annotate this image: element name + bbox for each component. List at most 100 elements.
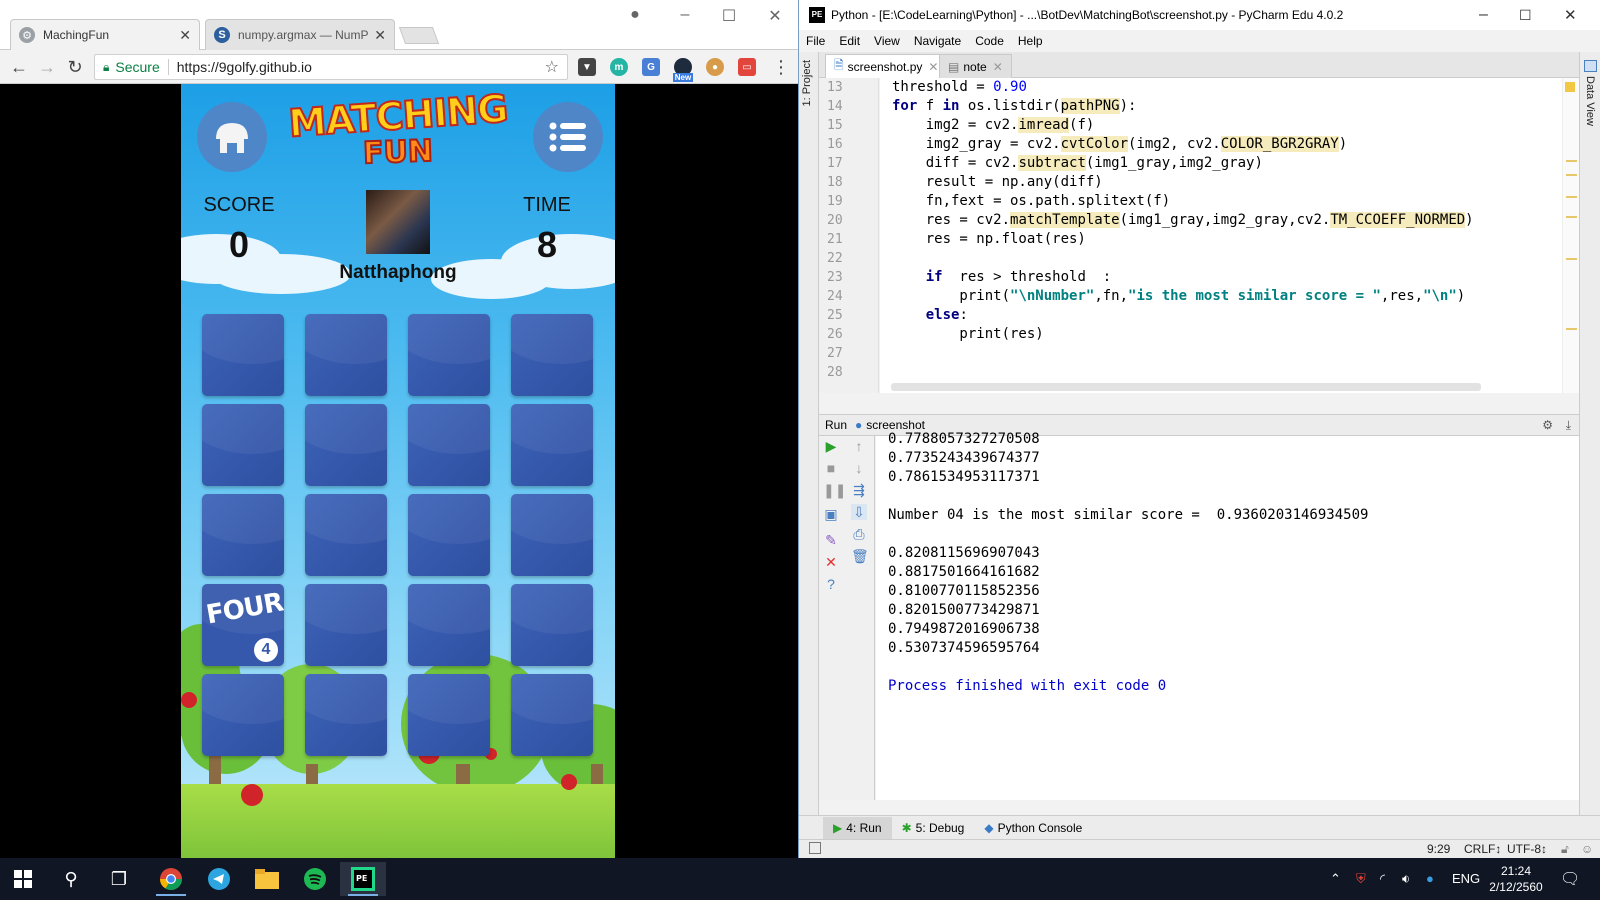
warning-marker[interactable]: [1566, 174, 1577, 176]
pocket-extension-icon[interactable]: ▼: [578, 58, 596, 76]
spotify-icon[interactable]: [292, 862, 338, 896]
card[interactable]: [305, 674, 387, 756]
reload-icon[interactable]: ↻: [64, 56, 86, 78]
hide-panel-icon[interactable]: ⤓: [1566, 418, 1571, 433]
rerun-play-icon[interactable]: ▶: [823, 438, 839, 454]
back-arrow-icon[interactable]: ←: [8, 56, 30, 78]
home-button[interactable]: [197, 102, 267, 172]
warning-marker[interactable]: [1566, 196, 1577, 198]
card[interactable]: [511, 314, 593, 396]
card[interactable]: [408, 404, 490, 486]
horizontal-scrollbar[interactable]: [891, 383, 1481, 391]
new-tab-button[interactable]: [398, 27, 440, 44]
warning-marker[interactable]: [1566, 216, 1577, 218]
file-explorer-icon[interactable]: [244, 862, 290, 896]
card[interactable]: [305, 404, 387, 486]
warning-marker[interactable]: [1566, 160, 1577, 162]
menu-help[interactable]: Help: [1011, 34, 1050, 48]
clear-trash-icon[interactable]: 🗑︎: [851, 548, 869, 564]
close-button[interactable]: ✕: [760, 6, 790, 26]
inspection-status-icon[interactable]: [1565, 82, 1575, 92]
menu-view[interactable]: View: [867, 34, 907, 48]
system-clock[interactable]: 21:24 2/12/2560: [1486, 863, 1546, 895]
pycharm-taskbar-icon[interactable]: PE: [340, 862, 386, 896]
url-text[interactable]: https://9golfy.github.io: [177, 59, 545, 75]
card[interactable]: [408, 584, 490, 666]
card[interactable]: [511, 404, 593, 486]
card[interactable]: [305, 584, 387, 666]
address-bar[interactable]: 🔒︎ Secure https://9golfy.github.io ☆: [94, 54, 568, 80]
forward-arrow-icon[interactable]: →: [36, 56, 58, 78]
profile-icon[interactable]: ●: [620, 6, 650, 24]
cast-extension-icon[interactable]: ▭: [738, 58, 756, 76]
maximize-button[interactable]: ☐: [1519, 7, 1532, 24]
card[interactable]: [511, 584, 593, 666]
wifi-icon[interactable]: ◜: [1380, 871, 1385, 887]
tab-close-icon[interactable]: ✕: [179, 27, 191, 44]
chrome-menu-icon[interactable]: ⋮: [770, 56, 792, 78]
menu-code[interactable]: Code: [968, 34, 1011, 48]
editor-tab-note[interactable]: ▤ note ✕: [939, 54, 1012, 78]
tab-debug[interactable]: ✱ 5: Debug: [892, 817, 975, 839]
card[interactable]: [202, 494, 284, 576]
search-icon[interactable]: ⚲: [48, 862, 94, 896]
menu-edit[interactable]: Edit: [832, 34, 867, 48]
project-tool-button[interactable]: 1: Project: [801, 60, 813, 106]
inspector-icon[interactable]: ☺: [1581, 842, 1593, 856]
task-view-icon[interactable]: ❐: [96, 862, 142, 896]
data-view-tool-button[interactable]: Data View: [1584, 76, 1596, 126]
input-language[interactable]: ENG: [1452, 871, 1480, 886]
bookmark-star-icon[interactable]: ☆: [545, 57, 559, 77]
line-separator[interactable]: CRLF↕: [1464, 842, 1501, 856]
pin-icon[interactable]: ✎: [823, 532, 839, 548]
security-shield-icon[interactable]: ⛨: [1356, 871, 1366, 887]
help-question-icon[interactable]: ?: [823, 576, 839, 592]
soft-wrap-icon[interactable]: ⇶: [851, 482, 867, 498]
close-x-icon[interactable]: ✕: [823, 554, 839, 570]
scroll-down-arrow-icon[interactable]: ↓: [851, 460, 867, 476]
card[interactable]: [511, 494, 593, 576]
stop-icon[interactable]: ■: [823, 460, 839, 476]
card[interactable]: [305, 494, 387, 576]
tab-close-icon[interactable]: ✕: [993, 60, 1003, 74]
layout-icon[interactable]: ▣: [823, 506, 839, 522]
error-stripe[interactable]: [1562, 78, 1579, 393]
settings-gear-icon[interactable]: ⚙: [1542, 418, 1553, 432]
maximize-button[interactable]: ☐: [714, 6, 744, 26]
new-extension-icon[interactable]: New: [672, 58, 694, 82]
file-encoding[interactable]: UTF-8↕: [1507, 842, 1547, 856]
tool-windows-toggle-icon[interactable]: [809, 842, 821, 854]
warning-marker[interactable]: [1566, 328, 1577, 330]
start-windows-icon[interactable]: [0, 862, 46, 896]
tab-numpy-argmax[interactable]: S numpy.argmax — NumP ✕: [205, 19, 395, 50]
scroll-up-arrow-icon[interactable]: ↑: [851, 438, 867, 454]
card[interactable]: [511, 674, 593, 756]
close-button[interactable]: ✕: [1564, 6, 1577, 24]
card[interactable]: [305, 314, 387, 396]
app-tray-icon[interactable]: ●: [1426, 871, 1434, 886]
telegram-icon[interactable]: [196, 862, 242, 896]
tab-close-icon[interactable]: ✕: [928, 60, 938, 74]
caret-position[interactable]: 9:29: [1427, 842, 1450, 856]
minimize-button[interactable]: –: [1479, 6, 1488, 24]
m-extension-icon[interactable]: m: [610, 58, 628, 76]
pause-icon[interactable]: ❚❚: [823, 482, 846, 498]
revealed-card-four[interactable]: FOUR 4: [202, 584, 284, 666]
menu-navigate[interactable]: Navigate: [907, 34, 968, 48]
show-hidden-icons-chevron-icon[interactable]: ⌃: [1330, 871, 1341, 887]
scroll-to-end-icon[interactable]: ⇩: [851, 504, 867, 520]
card[interactable]: [202, 314, 284, 396]
menu-button[interactable]: [533, 102, 603, 172]
action-center-icon[interactable]: 🗨︎: [1560, 869, 1580, 889]
card[interactable]: [202, 404, 284, 486]
tab-machingfun[interactable]: ⚙ MachingFun ✕: [10, 19, 200, 50]
game-canvas[interactable]: MATCHING FUN SCORE 0 Natthaphong TIME 8: [181, 84, 615, 858]
editor-tab-screenshot-py[interactable]: 🗎︎ screenshot.py ✕: [825, 54, 948, 78]
menu-file[interactable]: File: [799, 34, 832, 48]
tab-python-console[interactable]: ◆ Python Console: [974, 817, 1092, 839]
warning-marker[interactable]: [1566, 258, 1577, 260]
card[interactable]: [408, 494, 490, 576]
run-console-output[interactable]: 0.7788057327270508 0.7735243439674377 0.…: [876, 431, 1579, 800]
code-editor[interactable]: threshold = 0.90 for f in os.listdir(pat…: [880, 78, 1562, 393]
card[interactable]: [202, 674, 284, 756]
